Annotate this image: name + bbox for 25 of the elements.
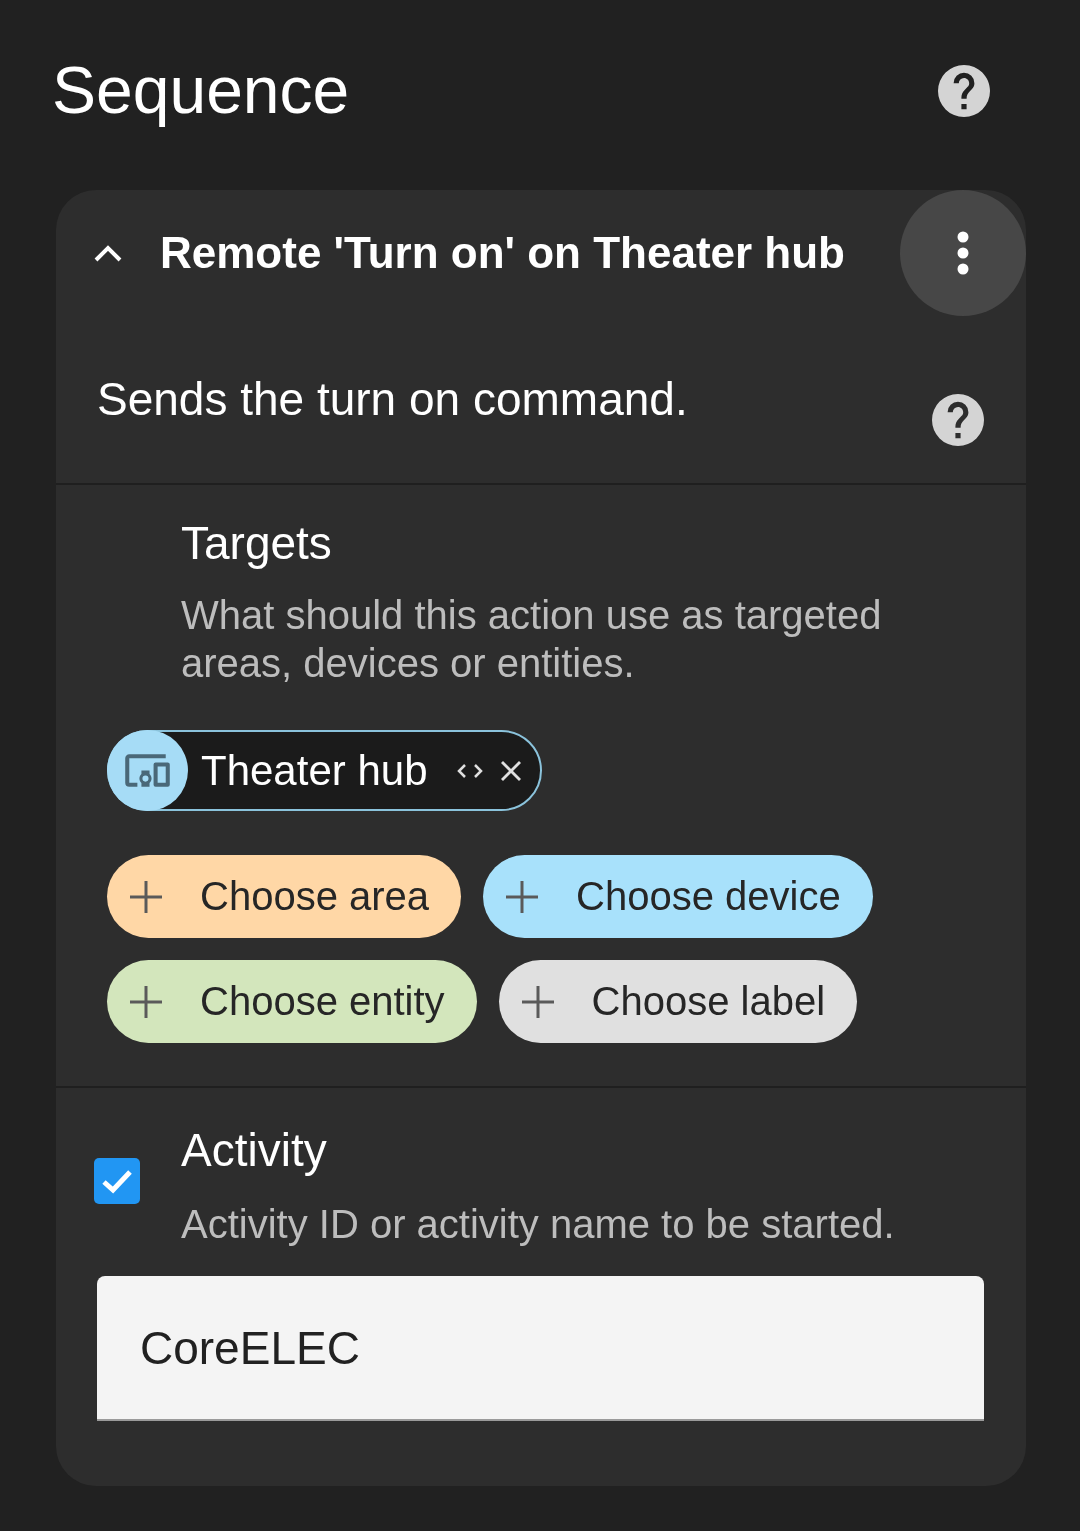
close-icon[interactable] (499, 759, 522, 782)
plus-icon (521, 985, 554, 1018)
add-target-button[interactable]: Choose area (107, 855, 462, 938)
code-icon[interactable] (455, 761, 484, 780)
targets-description: What should this action use as targeted areas, devices or entities. (181, 592, 883, 687)
add-target-button[interactable]: Choose entity (107, 960, 477, 1043)
vertical-dots-icon (957, 231, 969, 275)
activity-input[interactable]: CoreELEC (97, 1276, 984, 1421)
add-target-button[interactable]: Choose label (498, 960, 858, 1043)
plus-icon (506, 880, 539, 913)
add-target-button[interactable]: Choose device (483, 855, 873, 938)
activity-label: Activity (181, 1123, 328, 1178)
plus-icon (130, 985, 162, 1018)
devices-icon (107, 730, 188, 811)
chevron-up-icon[interactable] (93, 243, 123, 263)
activity-description: Activity ID or activity name to be started. (181, 1201, 895, 1248)
plus-icon (130, 880, 162, 913)
target-chip[interactable]: Theater hub (107, 730, 542, 811)
checkbox[interactable] (94, 1158, 140, 1204)
help-icon[interactable] (932, 394, 984, 446)
help-icon[interactable] (938, 65, 990, 117)
action-title: Remote 'Turn on' on Theater hub (160, 228, 846, 278)
action-description: Sends the turn on command. (97, 372, 688, 427)
page-title: Sequence (52, 52, 350, 130)
targets-label: Targets (181, 516, 333, 571)
